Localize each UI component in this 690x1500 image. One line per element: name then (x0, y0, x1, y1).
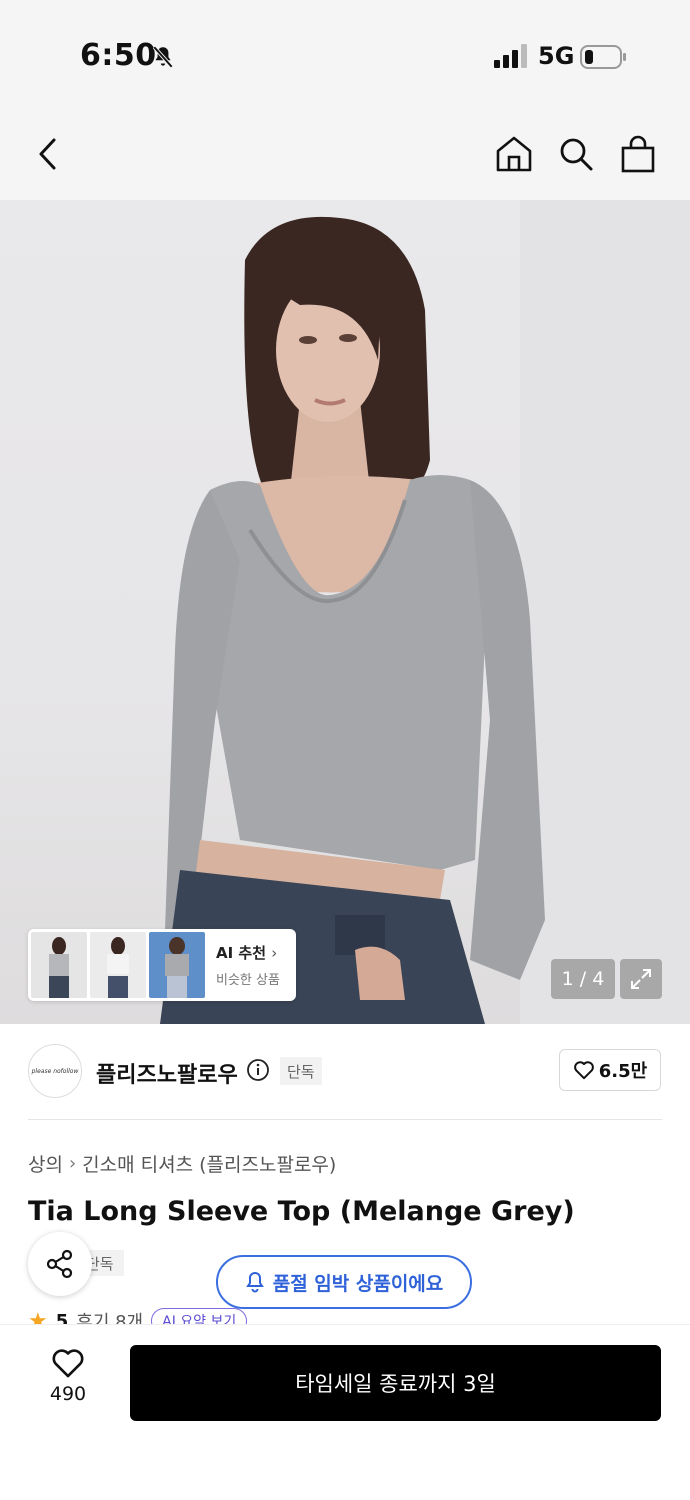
chevron-right-icon: › (68, 1153, 77, 1174)
share-icon (46, 1249, 73, 1279)
review-count[interactable]: 후기 8개 (76, 1308, 143, 1324)
ai-summary-button[interactable]: AI 요약 보기 (151, 1308, 248, 1324)
brand-logo-text: please nofollow (31, 1067, 79, 1075)
rec-title: AI 추천 (216, 944, 267, 962)
search-button[interactable] (554, 132, 598, 176)
shopping-bag-icon (621, 135, 655, 173)
soldout-soon-notice[interactable]: 품절 임박 상품이에요 (216, 1255, 472, 1309)
battery-icon (580, 45, 626, 69)
brand-like-count: 6.5만 (598, 1061, 648, 1082)
bell-icon (245, 1271, 264, 1293)
info-icon[interactable] (246, 1058, 270, 1082)
heart-icon (52, 1349, 84, 1378)
brand-logo[interactable]: please nofollow (28, 1044, 82, 1098)
home-icon (496, 136, 532, 172)
brand-row: please nofollow 플리즈노팔로우 단독 6.5만 (0, 1024, 690, 1120)
ai-summary-label: AI 요약 보기 (162, 1314, 237, 1324)
rec-thumb-1[interactable] (31, 932, 87, 998)
nav-bar (0, 110, 690, 200)
buy-button[interactable]: 타임세일 종료까지 3일 (130, 1345, 661, 1421)
share-button[interactable] (28, 1232, 92, 1296)
wishlist-button[interactable]: 490 (30, 1347, 106, 1427)
bell-off-icon (152, 45, 174, 69)
rating-row: ★ 5 후기 8개 AI 요약 보기 (28, 1304, 328, 1324)
soldout-soon-text: 품절 임박 상품이에요 (272, 1272, 444, 1295)
brand-like-button[interactable]: 6.5만 (559, 1049, 661, 1091)
signal-icon (494, 44, 527, 68)
status-bar: 6:50 5G (0, 0, 690, 110)
rec-text: AI 추천 › 비슷한 상품 (216, 942, 280, 988)
cart-button[interactable] (616, 132, 660, 176)
brand-name[interactable]: 플리즈노팔로우 (96, 1057, 238, 1089)
expand-image-button[interactable] (620, 959, 662, 999)
product-image[interactable] (0, 200, 690, 1024)
back-button[interactable] (26, 132, 70, 176)
exclusive-badge: 단독 (280, 1057, 322, 1085)
expand-icon (631, 969, 651, 989)
rec-thumb-2[interactable] (90, 932, 146, 998)
breadcrumb-category[interactable]: 상의 (28, 1150, 63, 1177)
product-photo (160, 200, 690, 1024)
network-label: 5G (538, 42, 575, 70)
heart-icon (573, 1061, 594, 1080)
home-button[interactable] (492, 132, 536, 176)
wishlist-count: 490 (49, 1383, 87, 1405)
rec-thumb-3[interactable] (149, 932, 205, 998)
search-icon (560, 138, 593, 171)
rec-subtitle: 비슷한 상품 (216, 973, 280, 988)
bottom-action-bar: 490 타임세일 종료까지 3일 (0, 1324, 690, 1500)
ai-recommendation-card[interactable]: AI 추천 › 비슷한 상품 (28, 929, 296, 1001)
chevron-right-icon: › (271, 944, 278, 962)
status-time: 6:50 (80, 38, 157, 73)
breadcrumb: 상의 › 긴소매 티셔츠 (플리즈노팔로우) (28, 1150, 336, 1177)
divider (28, 1119, 662, 1120)
image-pager: 1 / 4 (551, 959, 615, 999)
rating-value: 5 (55, 1310, 69, 1325)
chevron-left-icon (39, 138, 56, 170)
star-icon: ★ (28, 1308, 48, 1325)
breadcrumb-subcategory[interactable]: 긴소매 티셔츠 (플리즈노팔로우) (82, 1150, 336, 1177)
product-title: Tia Long Sleeve Top (Melange Grey) (28, 1196, 575, 1227)
